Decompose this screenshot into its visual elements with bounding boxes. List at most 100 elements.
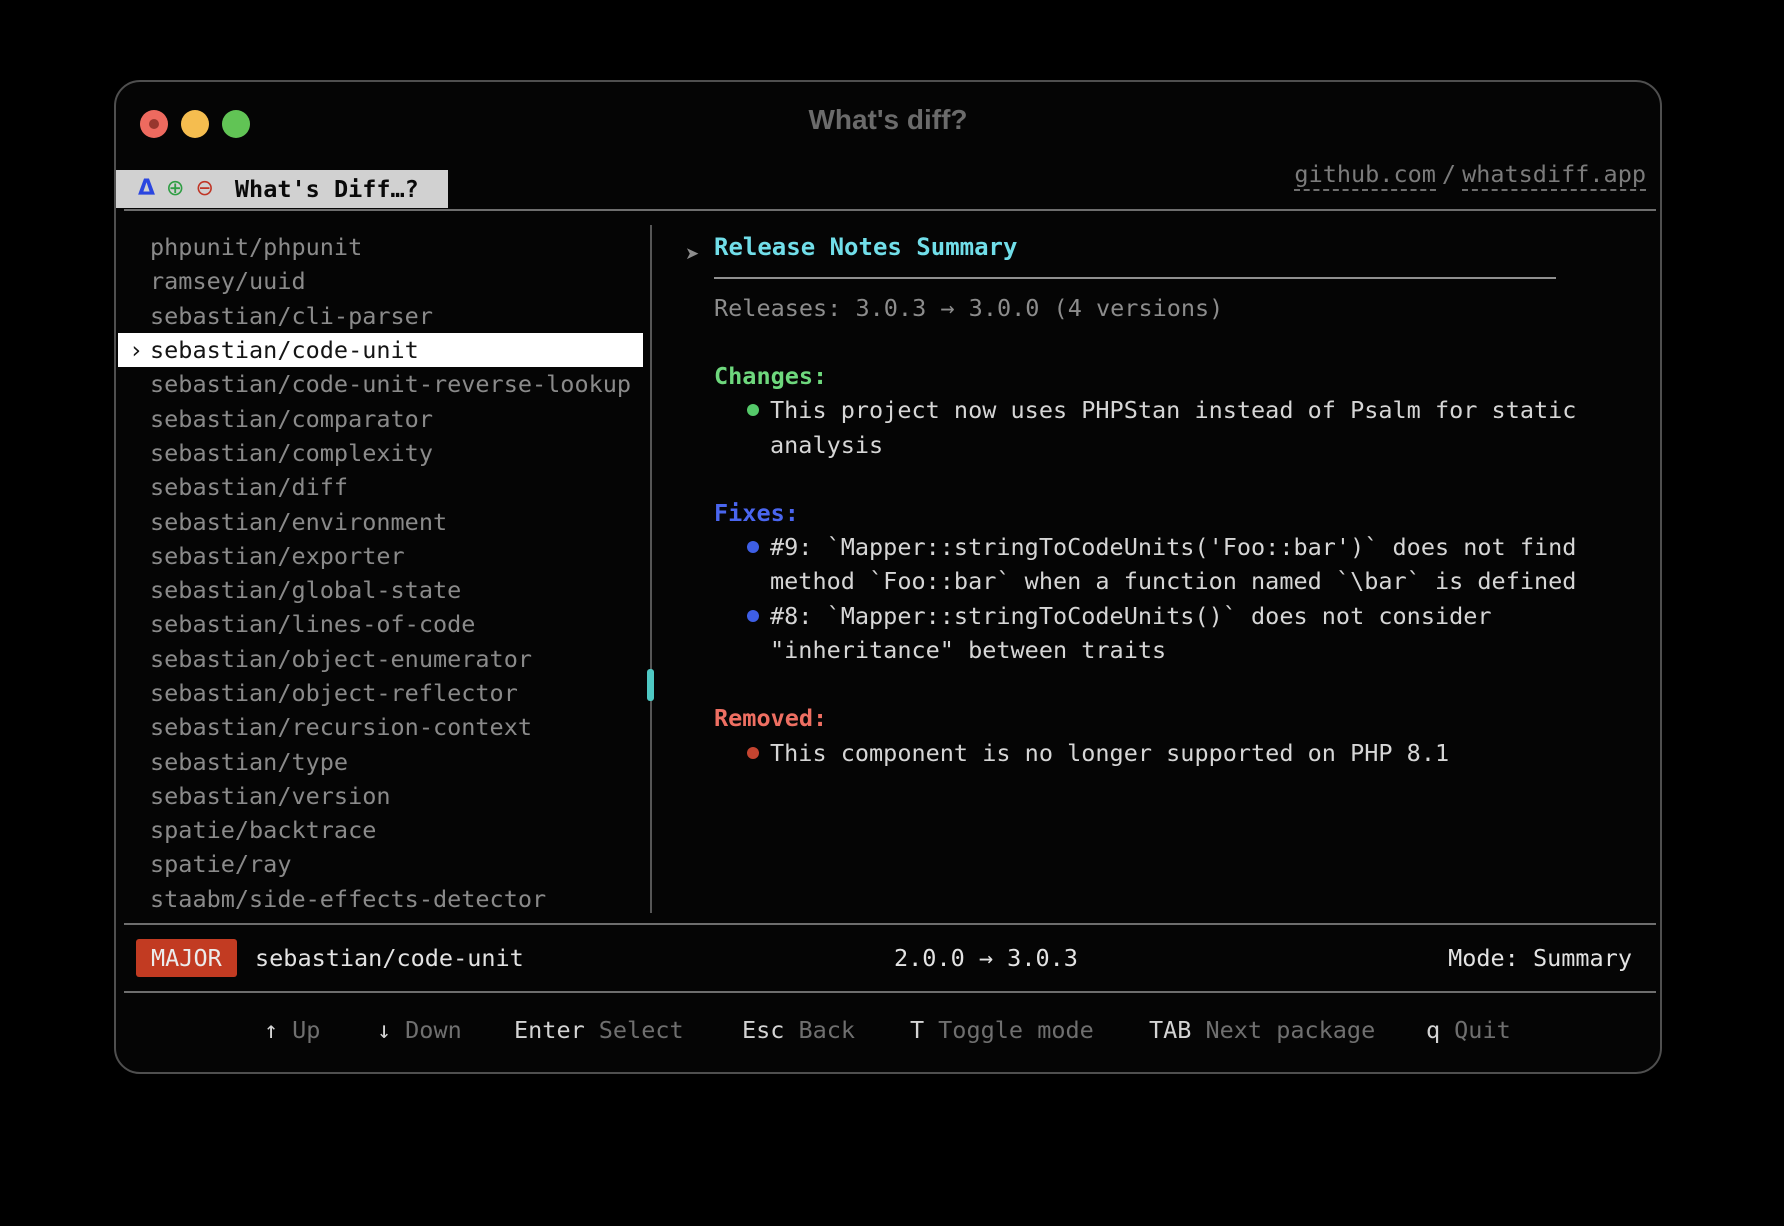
section-title: Changes:	[714, 359, 1658, 393]
package-list-item[interactable]: spatie/ray	[118, 847, 643, 881]
package-list-item[interactable]: staabm/side-effects-detector	[118, 882, 643, 916]
help-key: T	[910, 1016, 924, 1044]
app-name-label: What's Diff…?	[235, 175, 419, 203]
package-name: sebastian/global-state	[150, 576, 461, 604]
package-list-item[interactable]: sebastian/cli-parser	[118, 299, 643, 333]
help-item: TAB Next package	[1149, 1013, 1375, 1047]
help-item: ↑ Up	[264, 1013, 320, 1047]
help-label: Back	[798, 1016, 855, 1044]
package-list-item[interactable]: sebastian/exporter	[118, 539, 643, 573]
release-sections: Changes:This project now uses PHPStan in…	[714, 359, 1658, 770]
package-list-item[interactable]: sebastian/complexity	[118, 436, 643, 470]
help-item: Esc Back	[742, 1013, 855, 1047]
package-list-item[interactable]: sebastian/environment	[118, 504, 643, 538]
app-window: What's diff? Δ ⊕ ⊖ What's Diff…? github.…	[114, 80, 1662, 1074]
github-link[interactable]: github.com	[1294, 160, 1435, 191]
package-name: sebastian/cli-parser	[150, 302, 433, 330]
package-name: sebastian/object-enumerator	[150, 645, 532, 673]
bullet-dot-icon	[747, 404, 759, 416]
package-name: phpunit/phpunit	[150, 233, 362, 261]
package-name: sebastian/code-unit-reverse-lookup	[150, 370, 631, 398]
package-list-item[interactable]: sebastian/global-state	[118, 573, 643, 607]
bullet-item: #8: `Mapper::stringToCodeUnits()` does n…	[714, 599, 1658, 668]
package-list-item[interactable]: sebastian/code-unit-reverse-lookup	[118, 367, 643, 401]
link-separator: /	[1442, 160, 1456, 188]
delta-icon: Δ	[138, 178, 155, 200]
package-name: sebastian/complexity	[150, 439, 433, 467]
help-item: T Toggle mode	[910, 1013, 1094, 1047]
bullet-text: #9: `Mapper::stringToCodeUnits('Foo::bar…	[770, 530, 1600, 599]
release-section: Changes:This project now uses PHPStan in…	[714, 359, 1658, 462]
help-key: ↓	[377, 1016, 391, 1044]
package-list-item[interactable]: sebastian/lines-of-code	[118, 607, 643, 641]
bullet-dot-icon	[747, 610, 759, 622]
section-title: Removed:	[714, 701, 1658, 735]
help-item: Enter Select	[514, 1013, 684, 1047]
package-list-item[interactable]: sebastian/object-reflector	[118, 676, 643, 710]
bullet-text: This project now uses PHPStan instead of…	[770, 393, 1600, 462]
diff-remove-icon: ⊖	[195, 178, 213, 200]
package-list-item[interactable]: phpunit/phpunit	[118, 230, 643, 264]
external-links: github.com/whatsdiff.app	[1294, 160, 1646, 188]
status-badge: MAJOR	[136, 939, 237, 977]
package-list-item[interactable]: sebastian/version	[118, 779, 643, 813]
bullet-item: #9: `Mapper::stringToCodeUnits('Foo::bar…	[714, 530, 1658, 599]
package-name: sebastian/object-reflector	[150, 679, 518, 707]
panel-header: ➤ Release Notes Summary	[714, 230, 1658, 265]
help-label: Toggle mode	[938, 1016, 1094, 1044]
package-name: staabm/side-effects-detector	[150, 885, 546, 913]
package-name: sebastian/diff	[150, 473, 348, 501]
package-name: sebastian/recursion-context	[150, 713, 532, 741]
status-package-name: sebastian/code-unit	[255, 941, 524, 975]
pointer-arrow-icon: ➤	[685, 237, 699, 272]
package-list-item[interactable]: sebastian/comparator	[118, 401, 643, 435]
package-name: sebastian/code-unit	[150, 336, 419, 364]
status-bar-top-separator	[124, 923, 1656, 925]
status-bar-bottom-separator	[124, 991, 1656, 993]
status-version-change: 2.0.0 → 3.0.3	[894, 941, 1078, 975]
help-item: ↓ Down	[377, 1013, 462, 1047]
bullet-item: This component is no longer supported on…	[714, 736, 1658, 770]
bullet-dot-icon	[747, 541, 759, 553]
release-section: Removed:This component is no longer supp…	[714, 701, 1658, 770]
package-name: spatie/backtrace	[150, 816, 376, 844]
section-title: Fixes:	[714, 496, 1658, 530]
releases-summary: Releases: 3.0.3 → 3.0.0 (4 versions)	[714, 291, 1658, 325]
package-list-item[interactable]: ramsey/uuid	[118, 264, 643, 298]
package-list-item[interactable]: sebastian/object-enumerator	[118, 642, 643, 676]
help-key: ↑	[264, 1016, 278, 1044]
selected-marker-icon: ›	[129, 336, 150, 364]
package-name: sebastian/type	[150, 748, 348, 776]
bullet-text: #8: `Mapper::stringToCodeUnits()` does n…	[770, 599, 1600, 668]
help-label: Up	[292, 1016, 320, 1044]
panel-title-rule	[714, 277, 1556, 279]
package-list-item[interactable]: spatie/backtrace	[118, 813, 643, 847]
package-name: sebastian/lines-of-code	[150, 610, 475, 638]
release-section: Fixes:#9: `Mapper::stringToCodeUnits('Fo…	[714, 496, 1658, 667]
help-key: Enter	[514, 1016, 585, 1044]
package-name: sebastian/comparator	[150, 405, 433, 433]
package-name: sebastian/environment	[150, 508, 447, 536]
help-label: Down	[405, 1016, 462, 1044]
help-key: TAB	[1149, 1016, 1191, 1044]
package-list-item[interactable]: ›sebastian/code-unit	[118, 333, 643, 367]
package-name: sebastian/exporter	[150, 542, 405, 570]
bullet-text: This component is no longer supported on…	[770, 736, 1600, 770]
release-notes-panel: ➤ Release Notes Summary Releases: 3.0.3 …	[652, 209, 1658, 804]
package-name: ramsey/uuid	[150, 267, 306, 295]
package-list-item[interactable]: sebastian/diff	[118, 470, 643, 504]
diff-add-icon: ⊕	[166, 178, 184, 200]
help-label: Quit	[1454, 1016, 1511, 1044]
help-label: Select	[599, 1016, 684, 1044]
status-mode: Mode: Summary	[1448, 941, 1632, 975]
help-key: Esc	[742, 1016, 784, 1044]
package-name: spatie/ray	[150, 850, 291, 878]
panel-title: Release Notes Summary	[714, 233, 1017, 261]
bullet-dot-icon	[747, 747, 759, 759]
whatsdiff-link[interactable]: whatsdiff.app	[1462, 160, 1646, 191]
package-list-item[interactable]: sebastian/recursion-context	[118, 710, 643, 744]
package-list: phpunit/phpunit ramsey/uuid sebastian/cli-…	[118, 230, 643, 916]
package-list-item[interactable]: sebastian/type	[118, 744, 643, 778]
app-badge: Δ ⊕ ⊖ What's Diff…?	[114, 170, 448, 208]
help-label: Next package	[1205, 1016, 1375, 1044]
